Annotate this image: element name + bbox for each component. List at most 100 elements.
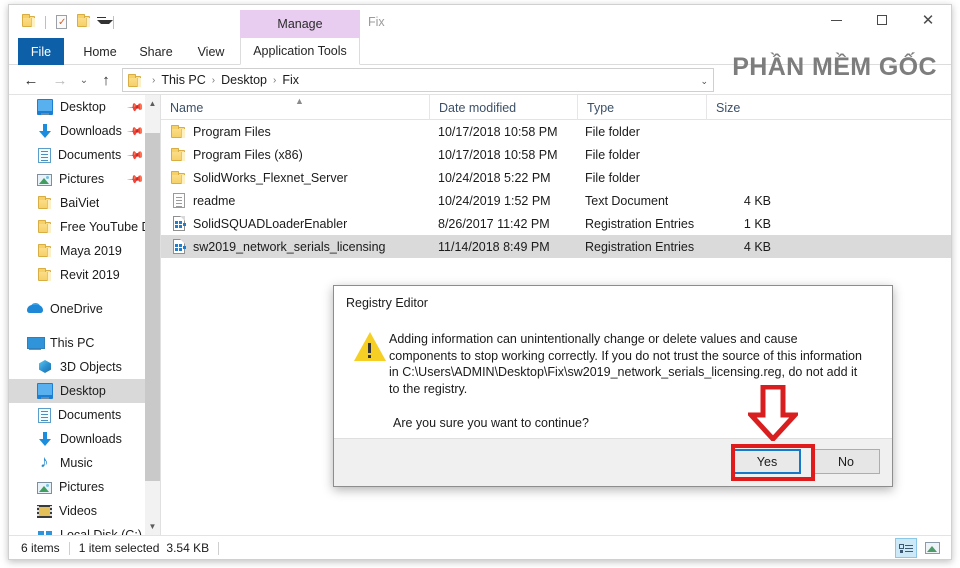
table-row[interactable]: SolidSQUADLoaderEnabler 8/26/2017 11:42 … (161, 212, 951, 235)
sidebar-item-downloads-quick[interactable]: Downloads 📌 (9, 119, 160, 143)
scroll-up-icon[interactable]: ▲ (145, 95, 160, 112)
file-rows: Program Files 10/17/2018 10:58 PM File f… (161, 120, 951, 258)
yes-button[interactable]: Yes (733, 449, 801, 474)
file-type: File folder (585, 124, 640, 139)
sidebar-item-desktop-quick[interactable]: Desktop 📌 (9, 95, 160, 119)
sidebar-item-maya-2019[interactable]: Maya 2019 (9, 239, 160, 263)
details-view-icon[interactable] (895, 538, 917, 558)
tab-application-tools[interactable]: Application Tools (240, 38, 360, 65)
pin-icon[interactable]: 📌 (127, 170, 146, 189)
thumbnails-view-icon[interactable] (921, 538, 943, 558)
sidebar-item-label: Desktop (60, 100, 106, 114)
file-size: 4 KB (743, 239, 771, 254)
column-header-date-modified[interactable]: Date modified (429, 95, 577, 120)
file-name: readme (193, 193, 236, 208)
tab-file[interactable]: File (18, 38, 64, 65)
onedrive-icon (27, 301, 43, 317)
sidebar-item-label: This PC (50, 336, 95, 350)
column-header-size[interactable]: Size (706, 95, 781, 120)
sidebar-item-baiviet[interactable]: BaiViet (9, 191, 160, 215)
file-date-modified: 8/26/2017 11:42 PM (438, 216, 550, 231)
scrollbar-thumb[interactable] (145, 133, 160, 481)
sidebar-item-label: BaiViet (60, 196, 100, 210)
sidebar-item-revit-2019[interactable]: Revit 2019 (9, 263, 160, 287)
file-name: Program Files (x86) (193, 147, 303, 162)
status-selection: 1 item selected (78, 541, 160, 555)
close-icon[interactable]: ✕ (905, 5, 951, 35)
quick-access-toolbar (18, 11, 119, 33)
folder-icon (37, 243, 53, 259)
column-header-size-label: Size (716, 100, 741, 115)
new-folder-icon[interactable] (73, 11, 95, 33)
file-type: Registration Entries (585, 216, 695, 231)
file-date-modified: 11/14/2018 8:49 PM (438, 239, 550, 254)
file-name: SolidWorks_Flexnet_Server (193, 170, 348, 185)
no-button-label: No (838, 454, 854, 469)
sidebar-item-pictures-quick[interactable]: Pictures 📌 (9, 167, 160, 191)
title-bar: Manage Fix ✕ (9, 5, 951, 38)
up-arrow-icon[interactable]: ↑ (93, 65, 119, 95)
qat-divider (45, 15, 46, 29)
customize-dropdown-icon[interactable] (95, 11, 113, 33)
scroll-down-icon[interactable]: ▼ (145, 518, 160, 535)
table-row[interactable]: sw2019_network_serials_licensing 11/14/2… (161, 235, 951, 258)
sidebar-item-music[interactable]: Music (9, 451, 160, 475)
back-arrow-icon[interactable]: ← (18, 65, 44, 95)
table-row[interactable]: SolidWorks_Flexnet_Server 10/24/2018 5:2… (161, 166, 951, 189)
red-down-arrow-annotation (748, 385, 798, 441)
sidebar-item-videos[interactable]: Videos (9, 499, 160, 523)
dialog-title: Registry Editor (346, 296, 428, 310)
pin-icon[interactable]: 📌 (127, 122, 146, 141)
sidebar-item-onedrive[interactable]: OneDrive (9, 297, 160, 321)
downloads-icon (37, 431, 53, 447)
folder-icon[interactable] (18, 11, 40, 33)
table-row[interactable]: Program Files 10/17/2018 10:58 PM File f… (161, 120, 951, 143)
sidebar-item-label: Local Disk (C:) (60, 528, 142, 535)
sidebar-item-label: Documents (58, 148, 122, 162)
no-button[interactable]: No (812, 449, 880, 474)
videos-icon (37, 505, 52, 518)
sidebar-item-this-pc[interactable]: This PC (9, 331, 160, 355)
status-item-count: 6 items (21, 541, 60, 555)
forward-arrow-icon[interactable]: → (47, 65, 73, 95)
properties-icon[interactable] (51, 11, 73, 33)
pin-icon[interactable]: 📌 (127, 98, 146, 117)
tab-share[interactable]: Share (128, 38, 184, 65)
tab-application-tools-label: Application Tools (253, 44, 347, 58)
sidebar-item-3d-objects[interactable]: 3D Objects (9, 355, 160, 379)
file-type: Registration Entries (585, 239, 695, 254)
breadcrumb-item-fix[interactable]: Fix (281, 73, 300, 87)
sidebar-item-downloads[interactable]: Downloads (9, 427, 160, 451)
contextual-tab-header[interactable]: Manage (240, 10, 360, 38)
status-divider-2 (218, 541, 220, 555)
breadcrumb-item-this-pc[interactable]: This PC (160, 73, 206, 87)
file-date-modified: 10/24/2018 5:22 PM (438, 170, 551, 185)
minimize-icon[interactable] (813, 5, 859, 35)
breadcrumb[interactable]: › This PC › Desktop › Fix ⌄ (122, 68, 714, 92)
tab-view[interactable]: View (184, 38, 238, 65)
table-row[interactable]: Program Files (x86) 10/17/2018 10:58 PM … (161, 143, 951, 166)
tab-home[interactable]: Home (72, 38, 128, 65)
sidebar-item-desktop[interactable]: Desktop (9, 379, 160, 403)
text-document-icon (170, 192, 187, 209)
pin-icon[interactable]: 📌 (127, 146, 146, 165)
yes-button-label: Yes (756, 454, 778, 469)
sidebar-item-local-disk[interactable]: Local Disk (C:) (9, 523, 160, 535)
sidebar-item-pictures[interactable]: Pictures (9, 475, 160, 499)
sidebar-item-free-youtube[interactable]: Free YouTube Do (9, 215, 160, 239)
chevron-down-icon[interactable]: ⌄ (700, 76, 708, 87)
sidebar-scrollbar[interactable]: ▲ ▼ (145, 95, 160, 535)
table-row[interactable]: readme 10/24/2019 1:52 PM Text Document … (161, 189, 951, 212)
column-header-type[interactable]: Type (577, 95, 706, 120)
sidebar-item-label: Downloads (60, 432, 122, 446)
tab-view-label: View (197, 44, 225, 59)
3d-objects-icon (37, 359, 53, 375)
maximize-icon[interactable] (859, 5, 905, 35)
sidebar-item-label: OneDrive (50, 302, 103, 316)
column-header-name[interactable]: Name ▲ (161, 95, 429, 120)
sidebar-item-documents[interactable]: Documents (9, 403, 160, 427)
sidebar-item-documents-quick[interactable]: Documents 📌 (9, 143, 160, 167)
breadcrumb-item-desktop[interactable]: Desktop (220, 73, 268, 87)
column-header-type-label: Type (587, 100, 615, 115)
documents-icon (38, 147, 51, 163)
